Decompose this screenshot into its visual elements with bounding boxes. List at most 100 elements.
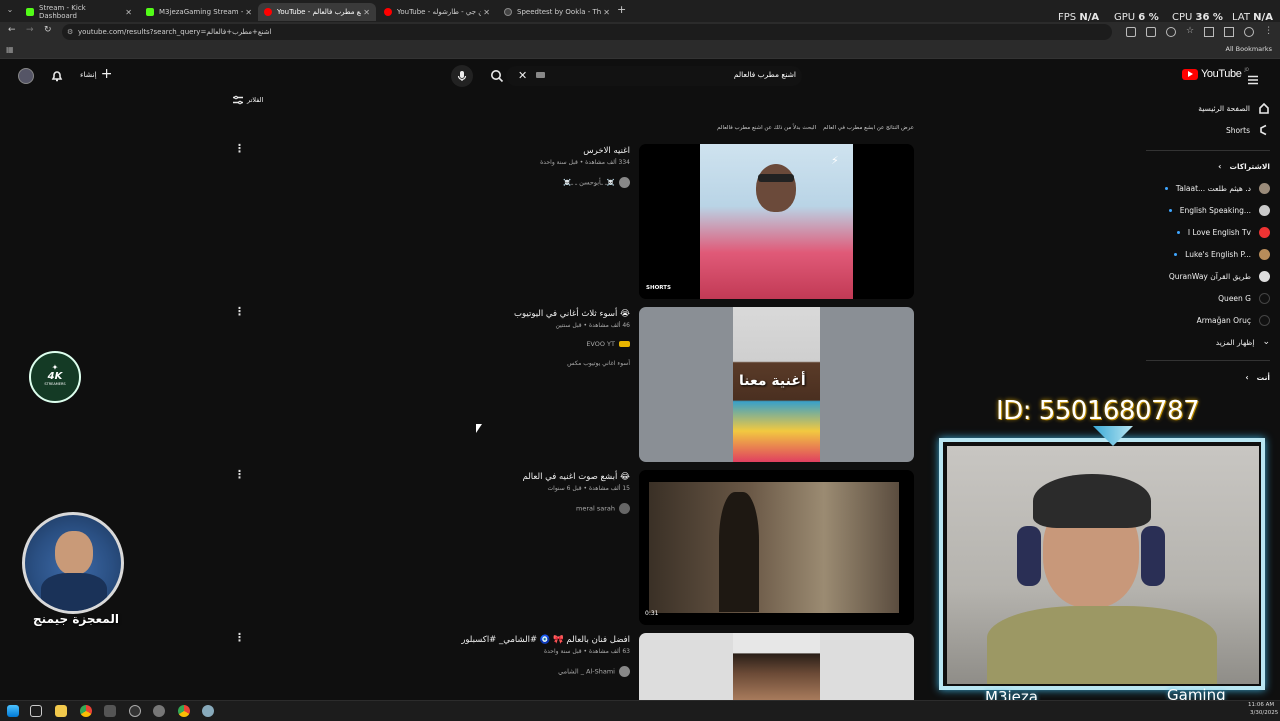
- youtube-favicon: [384, 8, 392, 16]
- tab-search-icon[interactable]: ⌄: [4, 5, 16, 17]
- result-title[interactable]: أبشع صوت اغنيه في العالم 😂: [523, 472, 630, 482]
- streamer-avatar-badge: [22, 512, 124, 614]
- reload-icon[interactable]: ↻: [44, 25, 52, 35]
- sidebar-sub-lukes-english[interactable]: Luke's English P...: [1174, 245, 1270, 263]
- voice-search-button[interactable]: [451, 65, 473, 87]
- sidebar-item-home[interactable]: الصفحة الرئيسية: [1198, 99, 1270, 117]
- result-channel[interactable]: meral sarah: [576, 503, 630, 514]
- app-icon[interactable]: [202, 705, 214, 717]
- chevron-down-icon: ⌄: [1262, 337, 1270, 347]
- extension-icons[interactable]: ☆ ⋮: [1126, 27, 1273, 37]
- sidebar-section-title: أنت: [1256, 372, 1270, 382]
- sidebar-divider: [1146, 150, 1270, 151]
- zoom-icon[interactable]: [1166, 27, 1176, 37]
- result-thumbnail[interactable]: أغنية معنا: [639, 307, 914, 462]
- apps-icon[interactable]: ▦: [6, 45, 14, 54]
- close-icon[interactable]: ✕: [245, 8, 252, 17]
- tab-youtube-queen-g[interactable]: YouTube - كوين جي - طارشوله ✕: [378, 3, 496, 21]
- correction-note[interactable]: عرض النتائج عن ابشع مطرب في العالم: [823, 125, 914, 131]
- sidebar-sub-quranway[interactable]: QuranWay طريق القرآن: [1169, 267, 1270, 285]
- chrome-menu-icon[interactable]: ⋮: [1264, 27, 1273, 37]
- channel-avatar: [1259, 314, 1270, 326]
- search-button[interactable]: [490, 68, 504, 87]
- user-avatar[interactable]: [18, 68, 34, 84]
- taskbar-time[interactable]: 11:06 AM: [1248, 702, 1274, 708]
- tab-kick-dashboard[interactable]: Stream - Kick Dashboard ✕: [20, 3, 138, 21]
- sidebar-sub-talaat[interactable]: Talaat... د. هيثم طلعت: [1164, 179, 1270, 197]
- sidebar-sub-love-english[interactable]: I Love English Tv: [1176, 223, 1270, 241]
- search-input[interactable]: ✕ اشنع مطرب فالعالم: [506, 66, 802, 86]
- calculator-icon[interactable]: [104, 705, 116, 717]
- logo-text: 4K: [47, 371, 63, 382]
- cast-icon[interactable]: [1146, 27, 1156, 37]
- sidebar-item-label: Armağan Oruç: [1196, 315, 1251, 325]
- more-actions-button[interactable]: ⋮: [234, 468, 245, 481]
- tab-speedtest[interactable]: Speedtest by Ookla - The Global ✕: [498, 3, 616, 21]
- sidebar-sub-armagan-oruc[interactable]: Armağan Oruç: [1197, 311, 1270, 329]
- close-icon[interactable]: ✕: [603, 8, 610, 17]
- youtube-logo[interactable]: YouTube JO: [1182, 67, 1249, 80]
- result-title[interactable]: اغنيه الاخرس: [583, 146, 630, 156]
- tab-m3jeza-stream[interactable]: M3jezaGaming Stream - Watch ✕: [140, 3, 258, 21]
- profile-icon[interactable]: [1244, 27, 1255, 37]
- result-thumbnail[interactable]: [639, 633, 914, 700]
- result-thumbnail[interactable]: 0:31: [639, 470, 914, 625]
- keyboard-icon[interactable]: [536, 72, 545, 78]
- sidebar-item-label: QuranWay طريق القرآن: [1168, 271, 1251, 281]
- site-info-icon[interactable]: ⚙: [67, 24, 73, 40]
- result-channel[interactable]: ☠️ـ ـأبوحسن ـ ـ☠️: [563, 177, 630, 188]
- sidebar-subscriptions-header[interactable]: الاشتراكات ‹: [1218, 157, 1270, 175]
- taskbar-date[interactable]: 3/30/2025: [1250, 710, 1278, 716]
- result-title[interactable]: أسوء ثلاث أغاني في اليوتيوب 😭: [514, 309, 630, 319]
- chrome-icon[interactable]: [80, 705, 92, 717]
- tab-label: M3jezaGaming Stream - Watch: [159, 8, 243, 16]
- back-icon[interactable]: ←: [8, 25, 16, 35]
- sidebar-item-label: English Speaking...: [1179, 205, 1251, 215]
- close-icon[interactable]: ✕: [363, 8, 370, 17]
- youtube-favicon: [264, 8, 272, 16]
- more-actions-button[interactable]: ⋮: [234, 305, 245, 318]
- guide-menu-button[interactable]: [1247, 70, 1259, 89]
- file-explorer-icon[interactable]: [55, 705, 67, 717]
- windows-start-icon[interactable]: [7, 705, 19, 717]
- create-button[interactable]: إنشاء +: [80, 67, 112, 81]
- sidebar-item-label: إظهار المزيد: [1215, 337, 1255, 347]
- translate-icon[interactable]: [1126, 27, 1136, 37]
- more-actions-button[interactable]: ⋮: [234, 631, 245, 644]
- close-icon[interactable]: ✕: [483, 8, 490, 17]
- close-icon[interactable]: ✕: [125, 8, 132, 17]
- extensions-icon[interactable]: [1204, 27, 1215, 37]
- settings-icon[interactable]: [153, 705, 165, 717]
- obs-icon[interactable]: [129, 705, 141, 717]
- notifications-button[interactable]: [50, 68, 64, 87]
- result-meta: 63 ألف مشاهدة • قبل سنة واحدة: [543, 648, 630, 655]
- result-title[interactable]: افضل فنان بالعالم 🎀 🧿 #الشامي_ #اكسبلور: [461, 635, 630, 645]
- new-content-dot: [1164, 186, 1168, 190]
- url-input[interactable]: ⚙ youtube.com/results?search_query=اشنع+…: [62, 24, 1112, 40]
- sidebar-show-more[interactable]: إظهار المزيد ⌄: [1216, 333, 1270, 351]
- forward-icon[interactable]: →: [26, 25, 34, 35]
- chrome-active-icon[interactable]: [178, 705, 190, 717]
- result-channel[interactable]: الشامي _ Al-Shami: [558, 666, 630, 677]
- filters-button[interactable]: الفلاتر: [232, 95, 263, 105]
- youtube-logo-text: YouTube: [1201, 68, 1242, 80]
- new-tab-button[interactable]: +: [617, 3, 626, 16]
- logo-subtext: STREAMERS: [44, 382, 66, 386]
- streamer-photo: [55, 531, 93, 575]
- task-view-icon[interactable]: [30, 705, 42, 717]
- sidebar-sub-queen-g[interactable]: Queen G: [1218, 289, 1270, 307]
- search-original-link[interactable]: البحث بدلاً من ذلك عن اشنع مطرب فالعالم: [717, 125, 816, 131]
- sidebar-sub-english-speaking[interactable]: English Speaking...: [1168, 201, 1270, 219]
- tab-search-icon[interactable]: [1224, 27, 1235, 37]
- result-channel[interactable]: EVOO YT: [586, 340, 630, 348]
- clear-search-icon[interactable]: ✕: [518, 69, 527, 82]
- result-description: أسوء اغاني يوتيوب مكس: [567, 360, 630, 367]
- bookmark-star-icon[interactable]: ☆: [1186, 27, 1194, 37]
- result-thumbnail[interactable]: SHORTS ⚡: [639, 144, 914, 299]
- tab-youtube-search[interactable]: YouTube - اشنع مطرب فالعالم ✕: [258, 3, 376, 21]
- sidebar-you-header[interactable]: ‹ أنت: [1245, 368, 1270, 386]
- kick-favicon: [26, 8, 34, 16]
- more-actions-button[interactable]: ⋮: [234, 142, 245, 155]
- all-bookmarks-link[interactable]: All Bookmarks: [1226, 45, 1272, 53]
- sidebar-item-shorts[interactable]: Shorts: [1226, 121, 1270, 139]
